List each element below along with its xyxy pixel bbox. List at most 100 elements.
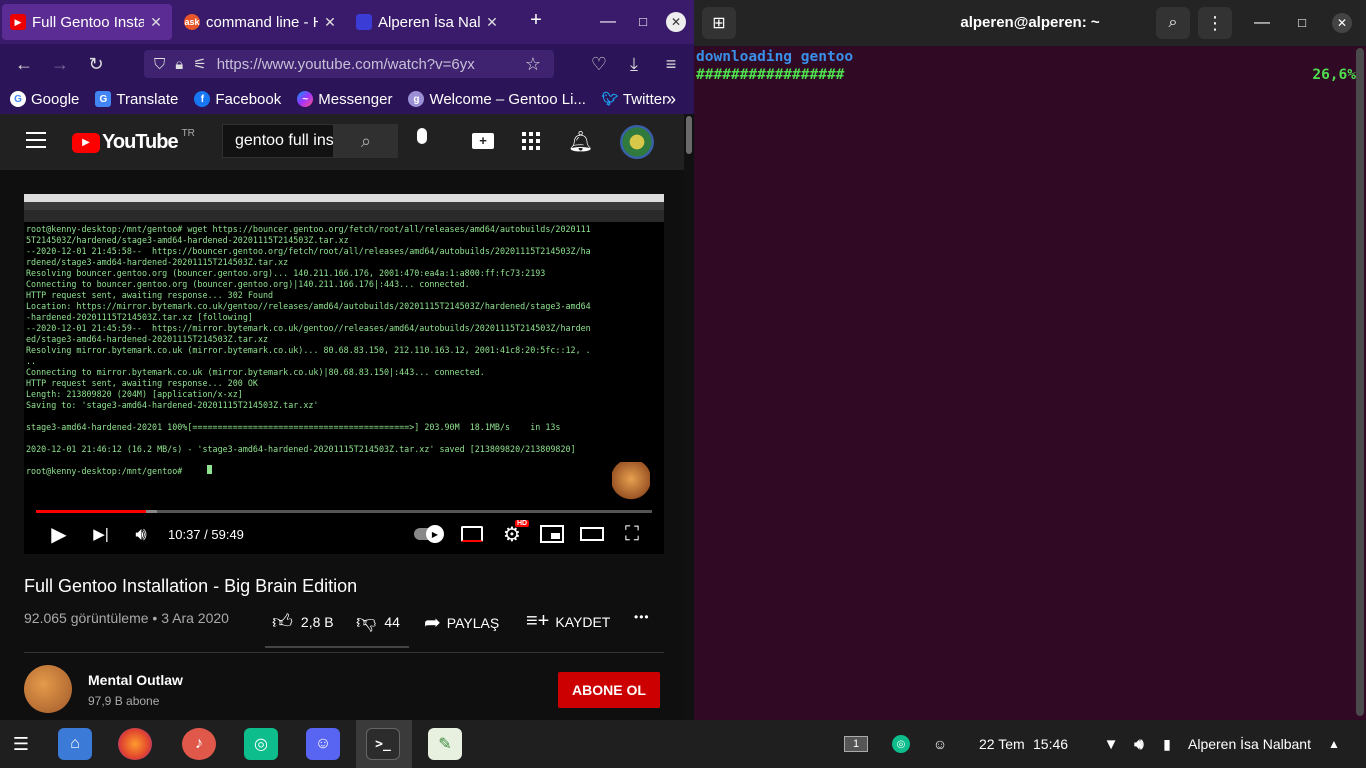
back-arrow-icon[interactable]: ← [9, 49, 39, 79]
close-window-button[interactable]: ✕ [1332, 13, 1352, 33]
tab-title: Full Gentoo Installa [32, 13, 144, 31]
search-icon[interactable]: ⌕ [1156, 7, 1190, 39]
lock-icon[interactable]: 🔒︎ [175, 56, 183, 73]
terminal-scrollbar[interactable] [1356, 48, 1364, 716]
video-player[interactable]: root@kenny-desktop:/mnt/gentoo# wget htt… [24, 194, 664, 554]
reload-icon[interactable]: ↻ [81, 49, 111, 79]
volume-icon[interactable]: 🔊︎ [1130, 728, 1148, 760]
translate-icon: G [95, 91, 112, 107]
close-tab-icon[interactable]: ✕ [484, 14, 500, 31]
discord-icon[interactable]: ☺ [306, 728, 340, 760]
channel-avatar[interactable] [24, 665, 72, 713]
fullscreen-icon[interactable]: ⛶ [620, 522, 644, 546]
chevron-up-icon[interactable]: ▲ [1326, 728, 1342, 760]
minimize-button[interactable]: — [598, 12, 618, 32]
play-icon[interactable]: ▶ [48, 522, 70, 546]
bookmark-messenger[interactable]: ~ Messenger [297, 91, 392, 108]
notifications-bell-icon[interactable]: 🔔︎ [568, 129, 593, 154]
autoplay-toggle[interactable]: ▶ [414, 522, 444, 546]
url-bar[interactable]: ⛉ 🔒︎ ⚟ https://www.youtube.com/watch?v=6… [144, 50, 554, 78]
terminal-output[interactable]: downloading gentoo ################# 26,… [696, 48, 1356, 84]
share-arrow-icon: ➦ [424, 612, 441, 634]
text-editor-icon[interactable]: ✎ [428, 728, 462, 760]
volume-icon[interactable]: 🔊︎ [128, 522, 154, 546]
video-progress-bar[interactable] [36, 510, 652, 513]
wifi-icon[interactable]: ▼ [1102, 728, 1120, 760]
theater-mode-icon[interactable] [580, 522, 604, 546]
kebab-menu-icon[interactable]: ⋮ [1198, 7, 1232, 39]
date-label[interactable]: 22 Tem [979, 736, 1025, 752]
cursor [207, 465, 212, 474]
close-tab-icon[interactable]: ✕ [148, 14, 164, 31]
maximize-button[interactable]: □ [1292, 13, 1312, 33]
bookmark-google[interactable]: G Google [10, 91, 79, 108]
more-actions-icon[interactable]: ••• [634, 610, 650, 624]
bookmark-translate[interactable]: G Translate [95, 91, 178, 108]
askubuntu-icon: ask [184, 14, 200, 30]
shield-icon[interactable]: ⛉ [154, 56, 165, 73]
battery-icon[interactable]: ▮ [1160, 728, 1174, 760]
files-icon[interactable]: ⌂ [58, 728, 92, 760]
new-tab-button[interactable]: + [526, 10, 546, 30]
taskbar: ☰ ⌂ ♪ ◎ ☺ >_ ✎ 1 ◎ ☺ 22 Tem 15:46 ▼ 🔊︎ ▮… [0, 720, 1366, 768]
element-tray-icon[interactable]: ◎ [892, 735, 910, 753]
firefox-icon[interactable] [118, 728, 152, 760]
workspace-indicator[interactable]: 1 [844, 736, 868, 752]
youtube-header: ▶ YouTube TR gentoo full ins ⌕ + 🔔︎ [0, 114, 684, 170]
bookmarks-toolbar: G Google G Translate f Facebook ~ Messen… [0, 84, 694, 114]
search-input[interactable]: gentoo full ins [222, 124, 334, 158]
close-tab-icon[interactable]: ✕ [322, 14, 338, 31]
discord-tray-icon[interactable]: ☺ [930, 735, 950, 753]
subscribe-button[interactable]: ABONE OL [558, 672, 660, 708]
create-video-icon[interactable]: + [472, 133, 494, 149]
tab-youtube[interactable]: ▶ Full Gentoo Installa ✕ [2, 4, 172, 40]
video-time: 10:37 / 59:49 [168, 526, 244, 542]
terminal-header: ⊞ alperen@alperen: ~ ⌕ ⋮ — □ ✕ [694, 0, 1366, 46]
download-icon[interactable]: ⤓ [619, 49, 649, 79]
search-button[interactable]: ⌕ [334, 124, 398, 158]
url-text[interactable]: https://www.youtube.com/watch?v=6yx [217, 56, 475, 73]
menu-icon[interactable]: ≡ [656, 49, 686, 79]
tab-profile[interactable]: Alperen İsa Nalba ✕ [348, 4, 508, 40]
like-button[interactable]: 👍︎ 2,8 B [272, 610, 334, 634]
minimize-button[interactable]: — [1252, 13, 1272, 33]
element-icon[interactable]: ◎ [244, 728, 278, 760]
forward-arrow-icon[interactable]: → [45, 49, 75, 79]
bookmark-twitter[interactable]: 🐦︎ Twitter [602, 91, 667, 108]
thumbs-up-icon: 👍︎ [272, 611, 293, 633]
page-scrollbar[interactable] [684, 114, 694, 720]
next-video-icon[interactable]: ▶| [90, 522, 112, 546]
tab-strip: ▶ Full Gentoo Installa ✕ ask command lin… [0, 0, 694, 44]
miniplayer-icon[interactable] [540, 522, 564, 546]
channel-name[interactable]: Mental Outlaw [88, 672, 183, 688]
music-icon[interactable]: ♪ [182, 728, 216, 760]
microphone-icon[interactable] [412, 128, 432, 154]
save-button[interactable]: ≡+ KAYDET [526, 610, 610, 633]
user-name[interactable]: Alperen İsa Nalbant [1188, 736, 1311, 752]
tab-askubuntu[interactable]: ask command line - H ✕ [176, 4, 346, 40]
permissions-icon[interactable]: ⚟ [193, 55, 206, 73]
progress-percent: 26,6% [1312, 67, 1356, 83]
region-label: TR [181, 128, 195, 139]
bookmark-gentoo[interactable]: g Welcome – Gentoo Li... [408, 91, 586, 108]
captions-icon[interactable] [460, 522, 484, 546]
clock[interactable]: 15:46 [1033, 736, 1068, 752]
dislike-button[interactable]: 👎︎ 44 [356, 610, 400, 634]
bookmarks-overflow-icon[interactable]: » [666, 89, 676, 110]
share-button[interactable]: ➦ PAYLAŞ [424, 610, 499, 635]
messenger-icon: ~ [297, 91, 314, 107]
close-window-button[interactable]: ✕ [666, 12, 686, 32]
maximize-button[interactable]: □ [633, 12, 653, 32]
bookmark-facebook[interactable]: f Facebook [194, 91, 281, 108]
terminal-icon[interactable]: >_ [366, 728, 400, 760]
google-icon: G [10, 91, 26, 107]
youtube-logo[interactable]: ▶ YouTube TR [72, 128, 195, 154]
hamburger-menu-icon[interactable] [26, 132, 46, 148]
apps-grid-icon[interactable] [522, 132, 540, 150]
pocket-icon[interactable]: ♡ [584, 49, 614, 79]
cat-avatar-overlay [612, 462, 650, 500]
app-menu-icon[interactable]: ☰ [4, 728, 38, 760]
bookmark-star-icon[interactable]: ☆ [518, 49, 548, 79]
avatar[interactable] [620, 125, 654, 159]
tab-title: command line - H [206, 13, 318, 31]
